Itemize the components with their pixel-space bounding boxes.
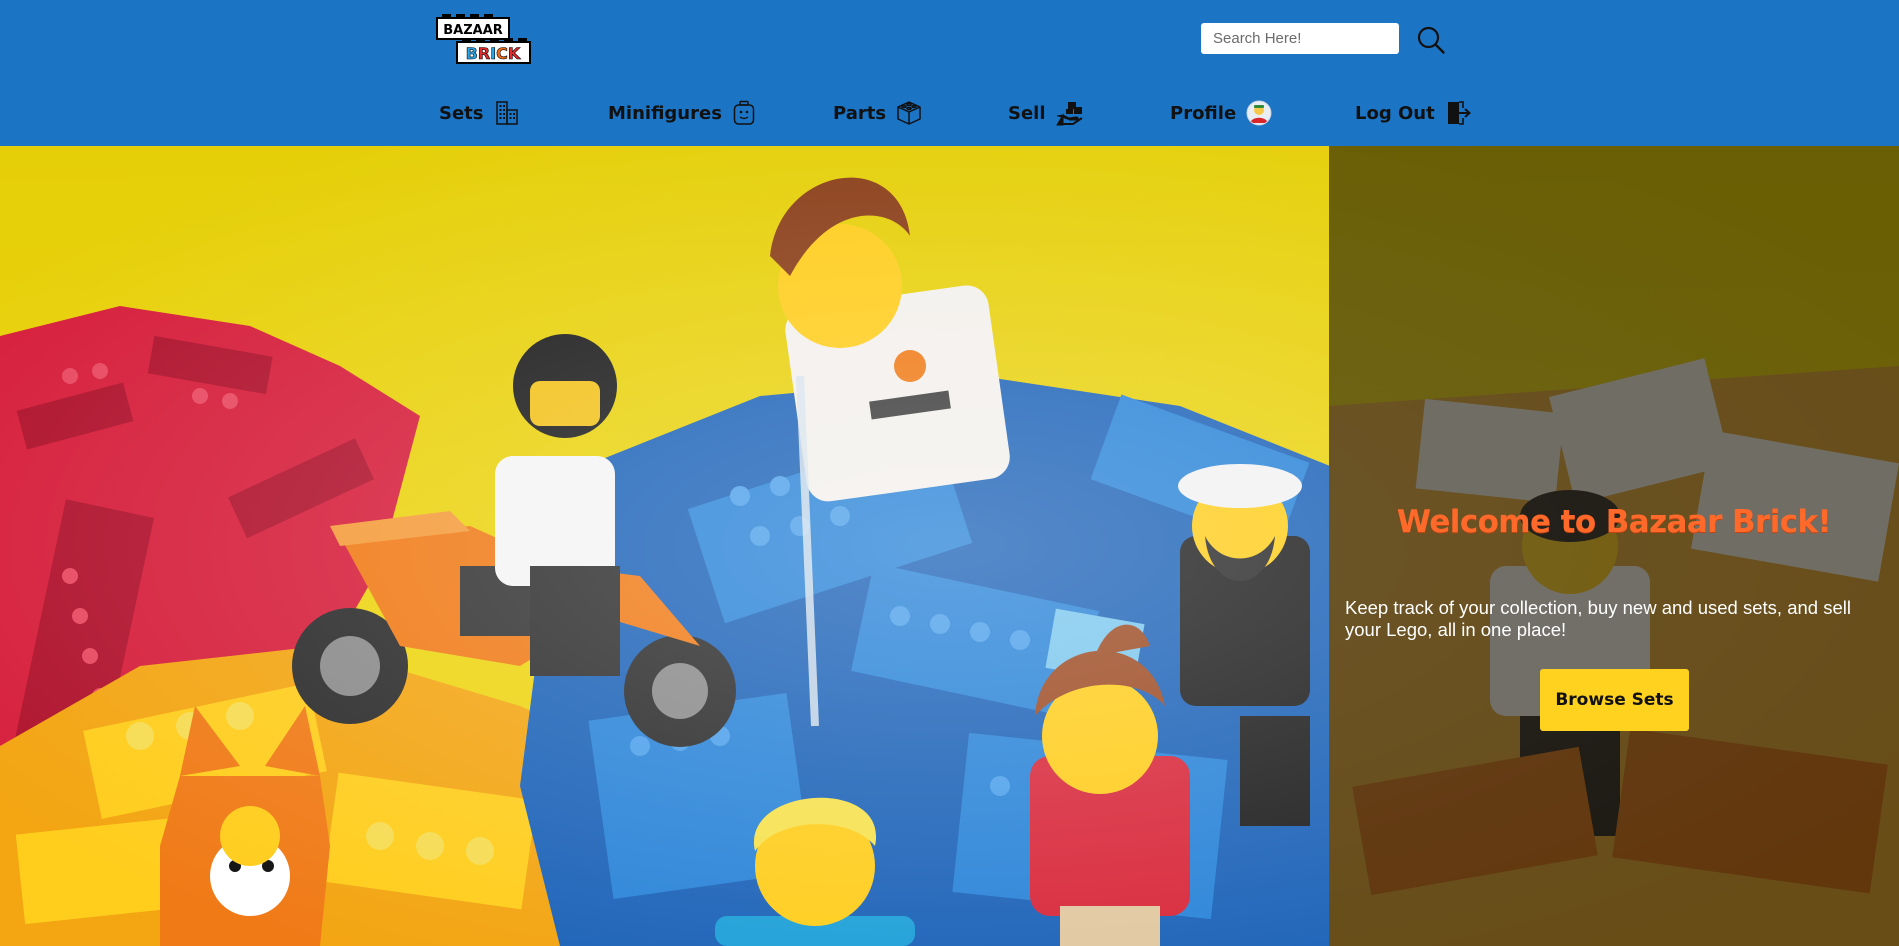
- nav-sell[interactable]: Sell: [1008, 96, 1084, 130]
- nav-parts[interactable]: Parts: [833, 96, 922, 130]
- site-logo[interactable]: BAZAAR BRICK: [436, 14, 532, 64]
- building-icon: [495, 101, 518, 125]
- nav-sets[interactable]: Sets: [439, 96, 520, 130]
- search-button[interactable]: [1416, 25, 1446, 55]
- hero-overlay-panel: [1329, 146, 1899, 946]
- browse-sets-button[interactable]: Browse Sets: [1540, 669, 1689, 731]
- search-icon: [1417, 26, 1445, 54]
- hand-box-icon: [1055, 102, 1083, 126]
- site-header: BAZAAR BRICK Sets: [0, 0, 1899, 146]
- avatar-icon: [1246, 100, 1272, 126]
- nav-profile[interactable]: Profile: [1170, 96, 1272, 130]
- logout-icon: [1447, 101, 1471, 125]
- nav-minifigures-label: Minifigures: [608, 102, 722, 124]
- nav-logout[interactable]: Log Out: [1355, 96, 1471, 130]
- nav-profile-label: Profile: [1170, 102, 1237, 124]
- hero-section: Welcome to Bazaar Brick! Keep track of y…: [0, 146, 1899, 946]
- search-input[interactable]: [1201, 23, 1399, 54]
- logo-wordmark-top: BAZAAR: [443, 23, 503, 38]
- cube-icon: [897, 101, 921, 125]
- logo-wordmark-bottom: BRICK: [466, 44, 521, 63]
- minifig-head-icon: [733, 100, 755, 125]
- nav-sell-label: Sell: [1008, 102, 1046, 124]
- nav-logout-label: Log Out: [1355, 102, 1435, 124]
- nav-minifigures[interactable]: Minifigures: [608, 96, 756, 130]
- hero-description: Keep track of your collection, buy new a…: [1345, 597, 1851, 640]
- nav-sets-label: Sets: [439, 102, 484, 124]
- hero-title: Welcome to Bazaar Brick!: [1396, 504, 1832, 540]
- nav-parts-label: Parts: [833, 102, 887, 124]
